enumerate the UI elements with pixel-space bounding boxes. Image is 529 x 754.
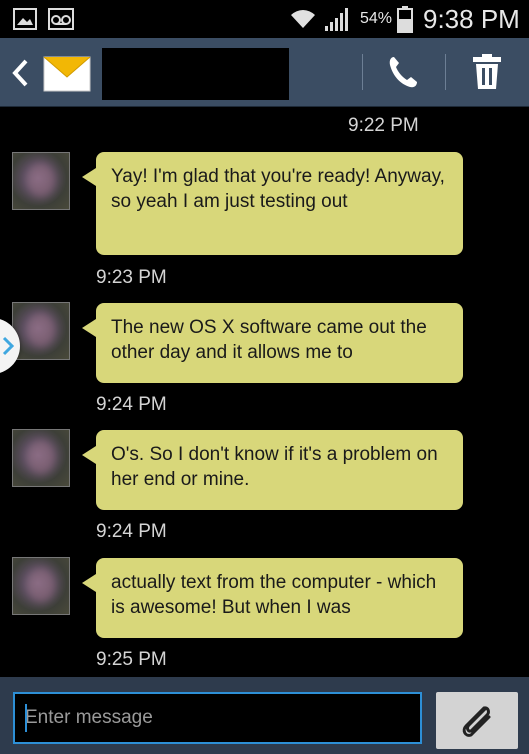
clock: 9:38 PM — [423, 4, 520, 34]
avatar[interactable] — [12, 557, 70, 615]
trash-icon[interactable] — [470, 54, 504, 95]
conversation-header — [0, 38, 529, 107]
divider — [362, 54, 363, 90]
message-timestamp: 9:25 PM — [96, 649, 167, 670]
signal-icon — [323, 6, 351, 37]
message-timestamp: 9:23 PM — [96, 267, 167, 288]
message-list[interactable]: 9:22 PM Yay! I'm glad that you're ready!… — [0, 107, 529, 677]
message-bubble[interactable]: O's. So I don't know if it's a problem o… — [82, 430, 463, 510]
back-icon[interactable] — [10, 58, 30, 93]
message-timestamp: 9:24 PM — [96, 394, 167, 415]
phone-icon[interactable] — [386, 54, 420, 95]
message-timestamp: 9:24 PM — [96, 521, 167, 542]
wifi-icon — [289, 6, 317, 35]
attach-button[interactable] — [436, 692, 518, 749]
message-timestamp: 9:22 PM — [348, 115, 419, 136]
gallery-icon — [13, 8, 37, 35]
status-bar: 54% 9:38 PM — [0, 0, 529, 38]
paperclip-icon — [458, 703, 496, 744]
message-bubble[interactable]: Yay! I'm glad that you're ready! Anyway,… — [82, 152, 463, 255]
contact-name-redacted — [102, 48, 289, 100]
voicemail-icon — [48, 8, 74, 35]
chevron-right-icon — [2, 336, 15, 361]
avatar[interactable] — [12, 302, 70, 360]
avatar[interactable] — [12, 152, 70, 210]
envelope-icon — [42, 49, 92, 100]
message-bubble[interactable]: The new OS X software came out the other… — [82, 303, 463, 383]
text-cursor — [25, 704, 27, 732]
divider — [445, 54, 446, 90]
avatar[interactable] — [12, 429, 70, 487]
message-input[interactable] — [13, 692, 422, 744]
battery-icon — [397, 5, 413, 38]
message-bubble[interactable]: actually text from the computer - which … — [82, 558, 463, 638]
battery-percent: 54% — [360, 10, 393, 27]
